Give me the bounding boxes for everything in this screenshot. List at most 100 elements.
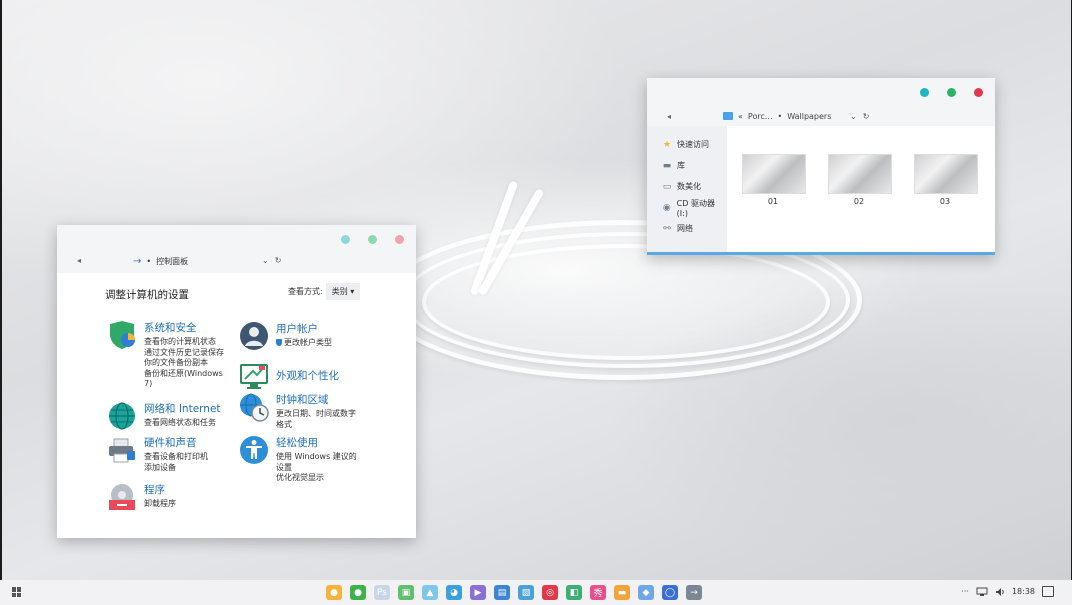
- category-link[interactable]: 7): [144, 379, 224, 390]
- category-link[interactable]: 添加设备: [144, 463, 208, 474]
- minimize-button[interactable]: [920, 88, 929, 97]
- category-link[interactable]: 备份和还原(Windows: [144, 369, 224, 380]
- view-mode: 查看方式: 类别 ▾: [288, 283, 361, 300]
- file-explorer-window: ◂ « Porc... • Wallpapers ⌄ ↻ ★ 快速访问 ▬ 库: [647, 78, 995, 255]
- taskbar-app-app-11-icon[interactable]: ◧: [566, 585, 582, 600]
- category-link[interactable]: 查看网络状态和任务: [144, 418, 221, 429]
- category-link-label: 更改帐户类型: [284, 338, 332, 347]
- taskbar-app-app-7-icon[interactable]: ▶: [470, 585, 486, 600]
- category-title[interactable]: 硬件和声音: [144, 435, 208, 450]
- windows-logo-icon: [17, 592, 21, 597]
- taskbar-app-app-3-icon[interactable]: Ps: [374, 585, 390, 600]
- category-title[interactable]: 外观和个性化: [276, 368, 339, 383]
- disc-icon: ◉: [662, 202, 671, 213]
- category-user-accounts: 用户帐户 更改帐户类型: [239, 321, 332, 351]
- address-bar: ◂ → • 控制面板 ⌄ ↻: [57, 253, 416, 271]
- category-link[interactable]: 查看你的计算机状态: [144, 337, 224, 348]
- category-link[interactable]: 更改帐户类型: [276, 338, 332, 349]
- category-link[interactable]: 你的文件备份副本: [144, 358, 224, 369]
- file-name: 03: [939, 197, 951, 206]
- uac-shield-icon: [276, 339, 282, 346]
- category-title[interactable]: 系统和安全: [144, 320, 224, 335]
- printer-icon: [107, 435, 137, 465]
- category-link[interactable]: 设置: [276, 463, 357, 474]
- category-title[interactable]: 程序: [144, 482, 176, 497]
- minimize-button[interactable]: [341, 235, 350, 244]
- breadcrumb-current[interactable]: Wallpapers: [787, 112, 831, 121]
- library-icon: ▬: [662, 160, 672, 171]
- file-name: 01: [767, 197, 779, 206]
- window-controls: [341, 235, 404, 244]
- category-link[interactable]: 优化视觉显示: [276, 473, 357, 484]
- breadcrumb-parent[interactable]: Porc...: [748, 112, 773, 121]
- taskbar-app-app-6-icon[interactable]: ◕: [446, 585, 462, 600]
- file-item[interactable]: 02: [828, 154, 892, 206]
- window-controls: [920, 88, 983, 97]
- maximize-button[interactable]: [368, 235, 377, 244]
- category-link[interactable]: 格式: [276, 420, 356, 431]
- category-link[interactable]: 通过文件历史记录保存: [144, 348, 224, 359]
- back-button[interactable]: ◂: [667, 112, 671, 121]
- chevron-down-icon[interactable]: ⌄: [262, 256, 269, 265]
- close-button[interactable]: [974, 88, 983, 97]
- taskbar-app-file-explorer-icon[interactable]: ▬: [614, 585, 630, 600]
- refresh-icon[interactable]: ↻: [275, 256, 282, 265]
- taskbar-app-app-8-icon[interactable]: ▤: [494, 585, 510, 600]
- taskbar-app-app-1-icon[interactable]: ●: [326, 585, 342, 600]
- taskbar-app-app-10-icon[interactable]: ◎: [542, 585, 558, 600]
- tray-overflow-icon[interactable]: ···: [961, 587, 969, 596]
- network-icon[interactable]: [976, 587, 988, 597]
- taskbar-app-app-12-icon[interactable]: 秀: [590, 585, 606, 600]
- taskbar-app-app-14-icon[interactable]: ◆: [638, 585, 654, 600]
- taskbar-app-wechat-icon[interactable]: ●: [350, 585, 366, 600]
- breadcrumb-current[interactable]: 控制面板: [156, 256, 188, 267]
- shield-icon: [107, 320, 137, 350]
- clock[interactable]: 18:38: [1012, 587, 1035, 596]
- nav-item-label: 快速访问: [677, 140, 709, 149]
- programs-icon: [107, 482, 137, 512]
- category-title[interactable]: 轻松使用: [276, 435, 357, 450]
- refresh-icon[interactable]: ↻: [863, 112, 870, 121]
- nav-item-network[interactable]: ⚯ 网络: [647, 218, 727, 239]
- chevron-down-icon[interactable]: ⌄: [850, 112, 857, 121]
- start-button[interactable]: [12, 587, 22, 597]
- category-link[interactable]: 查看设备和打印机: [144, 452, 208, 463]
- notification-icon[interactable]: [1042, 586, 1054, 597]
- nav-item-quick-access[interactable]: ★ 快速访问: [647, 134, 727, 155]
- category-link[interactable]: 使用 Windows 建议的: [276, 452, 357, 463]
- nav-item-library[interactable]: ▬ 库: [647, 155, 727, 176]
- breadcrumb-separator: «: [738, 111, 743, 121]
- nav-item-this-pc[interactable]: ▭ 数美化: [647, 176, 727, 197]
- volume-icon[interactable]: [995, 587, 1005, 597]
- category-title[interactable]: 网络和 Internet: [144, 401, 221, 416]
- nav-item-label: 网络: [677, 224, 693, 233]
- file-item[interactable]: 01: [742, 154, 806, 206]
- category-link[interactable]: 更改日期、时间或数字: [276, 409, 356, 420]
- view-mode-select[interactable]: 类别 ▾: [325, 283, 361, 300]
- taskbar-app-app-15-icon[interactable]: ◯: [662, 585, 678, 600]
- category-hardware-sound: 硬件和声音 查看设备和打印机 添加设备: [107, 435, 208, 473]
- nav-item-label: CD 驱动器 (I:): [676, 198, 715, 218]
- category-title[interactable]: 时钟和区域: [276, 392, 356, 407]
- system-tray: ··· 18:38: [961, 586, 1054, 597]
- thumbnail-image: [914, 154, 978, 194]
- category-link[interactable]: 卸载程序: [144, 499, 176, 510]
- taskbar-app-app-9-icon[interactable]: ▧: [518, 585, 534, 600]
- windows-logo-icon: [12, 587, 16, 592]
- accessibility-icon: [239, 435, 269, 465]
- desktop-wallpaper: ◂ « Porc... • Wallpapers ⌄ ↻ ★ 快速访问 ▬ 库: [2, 0, 1071, 580]
- taskbar-app-app-16-icon[interactable]: →: [686, 585, 702, 600]
- category-title[interactable]: 用户帐户: [276, 321, 332, 336]
- maximize-button[interactable]: [947, 88, 956, 97]
- breadcrumb-dot: •: [777, 111, 783, 121]
- nav-item-cd-drive[interactable]: ◉ CD 驱动器 (I:): [647, 197, 727, 218]
- file-item[interactable]: 03: [914, 154, 978, 206]
- taskbar-app-app-5-icon[interactable]: ▲: [422, 585, 438, 600]
- taskbar-app-app-4-icon[interactable]: ▣: [398, 585, 414, 600]
- nav-item-label: 库: [677, 161, 685, 170]
- close-button[interactable]: [395, 235, 404, 244]
- monitor-icon: ▭: [662, 181, 672, 192]
- back-button[interactable]: ◂: [77, 256, 81, 265]
- network-icon: ⚯: [663, 223, 671, 234]
- breadcrumb: → • 控制面板: [133, 256, 188, 267]
